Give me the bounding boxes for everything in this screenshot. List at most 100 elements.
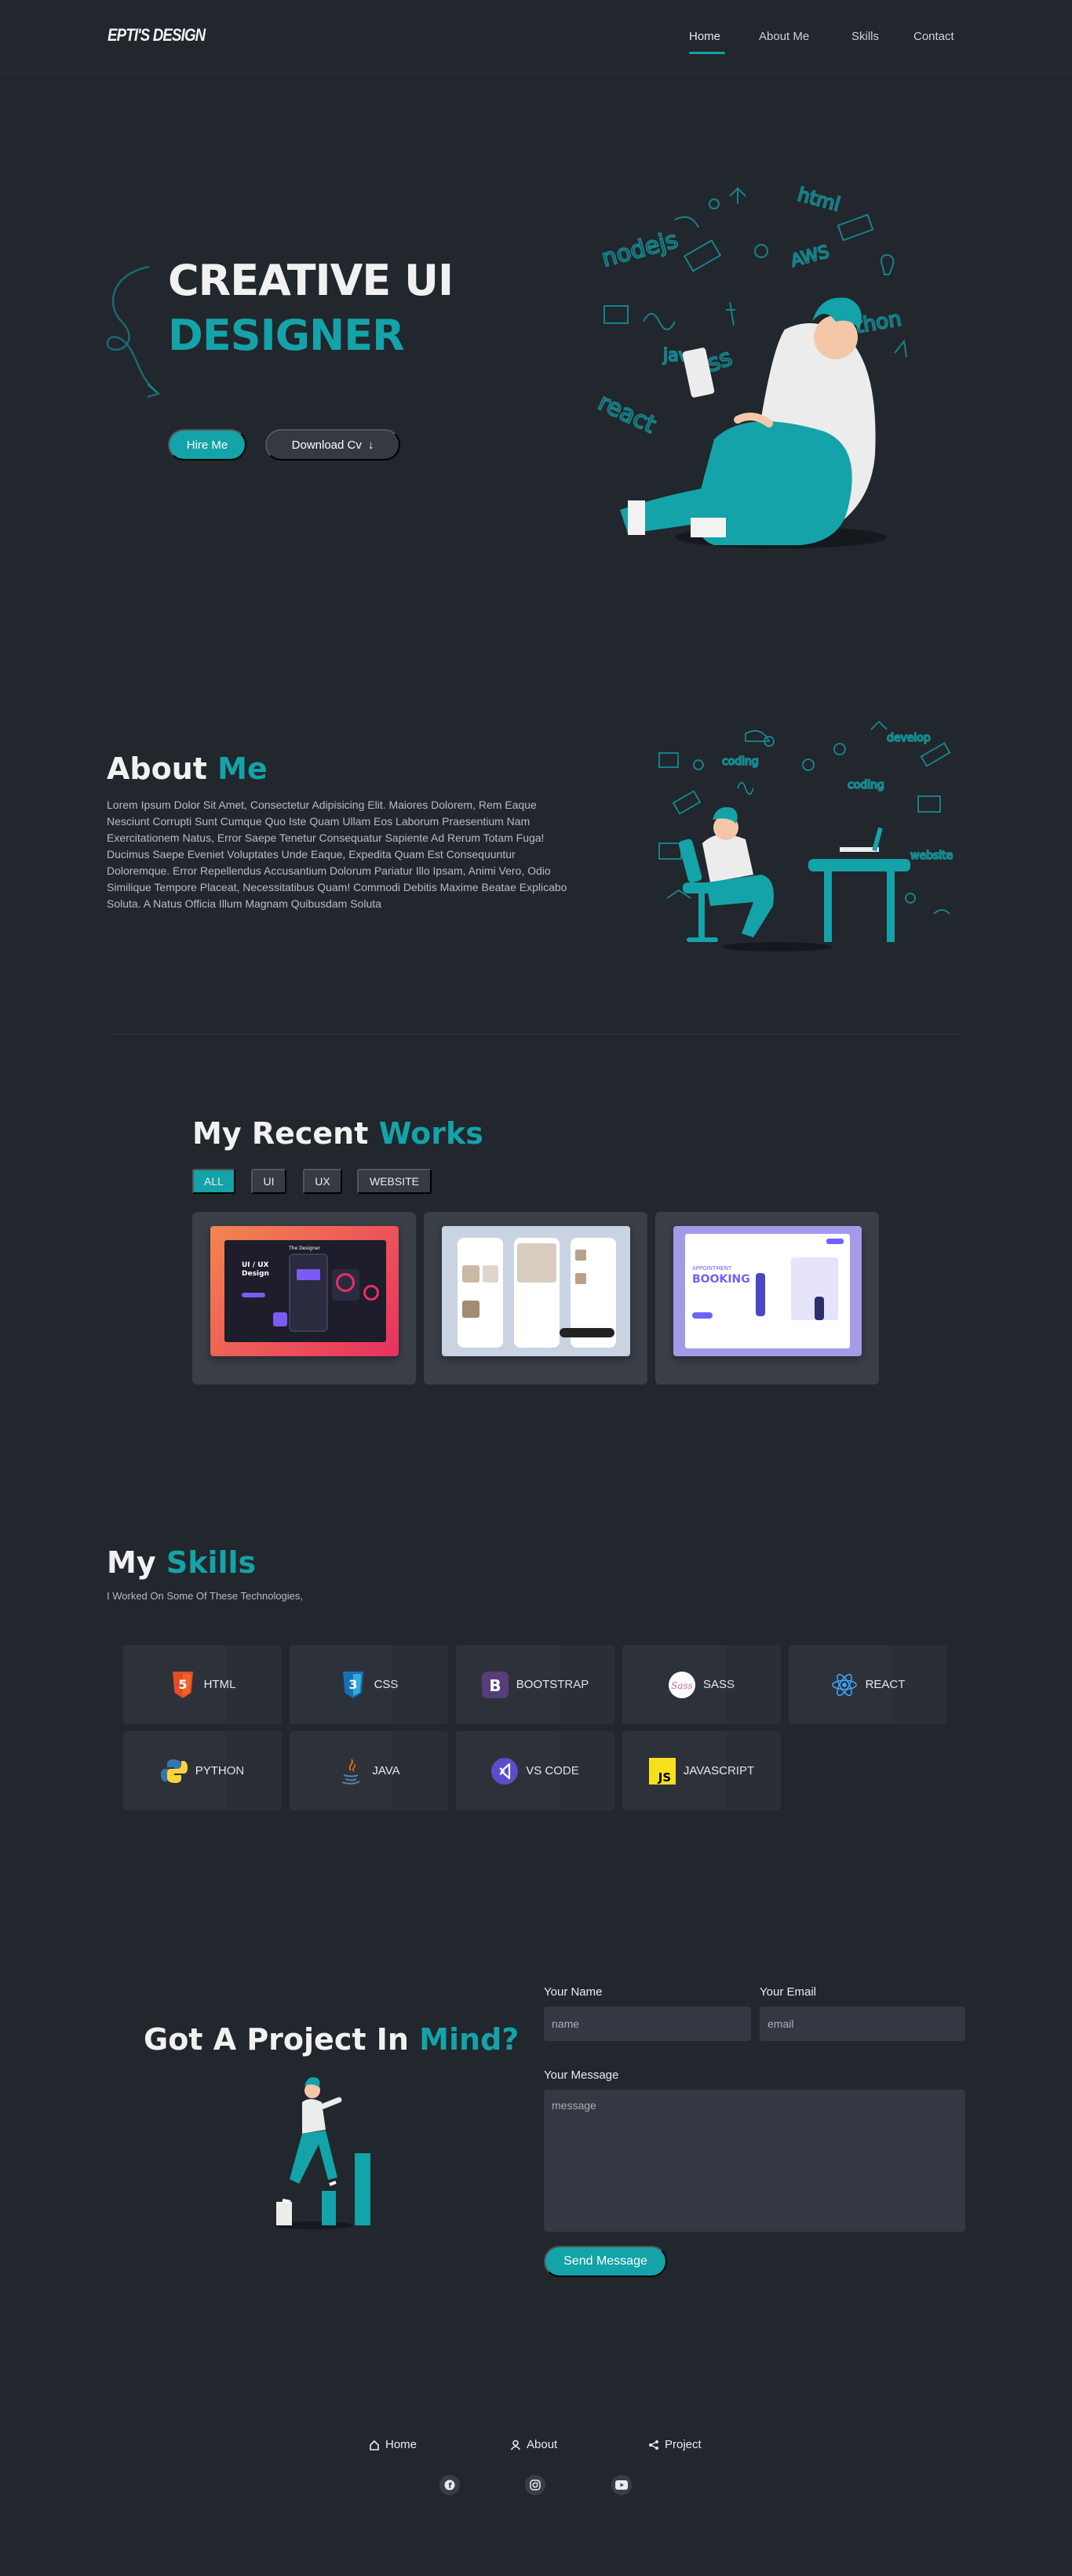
filter-all[interactable]: ALL [192, 1169, 235, 1194]
name-input[interactable] [544, 2007, 751, 2041]
work-card-kicker: APPOINTMENT [692, 1265, 732, 1272]
works-title-main: My Recent [192, 1116, 369, 1151]
doodle-word: nodejs [599, 226, 681, 272]
skill-card-react[interactable]: REACT [789, 1645, 947, 1724]
footer-link-about[interactable]: About [510, 2438, 557, 2451]
work-card-1[interactable]: UI / UX Design The Designer [192, 1212, 416, 1384]
skill-label: HTML [203, 1678, 236, 1691]
contact-title-accent: Mind? [419, 2022, 520, 2057]
java-icon [337, 1758, 364, 1785]
instagram-icon[interactable] [525, 2475, 545, 2495]
section-divider [107, 1034, 965, 1035]
svg-text:JS: JS [658, 1770, 671, 1785]
message-label: Your Message [544, 2068, 619, 2082]
work-card-heading: BOOKING [692, 1273, 750, 1286]
skill-label: VS CODE [526, 1764, 579, 1777]
footer-link-home[interactable]: Home [369, 2438, 417, 2451]
filter-website[interactable]: WEBSITE [357, 1169, 432, 1194]
work-card-2[interactable] [424, 1212, 647, 1384]
footer-link-label: Project [665, 2438, 702, 2451]
skill-label: CSS [374, 1678, 399, 1691]
work-card-nav-title: The Designer [289, 1246, 320, 1251]
contact-title: Got A Project In Mind? [144, 2022, 519, 2057]
css3-icon: 3 [340, 1671, 366, 1698]
footer-link-label: Home [385, 2438, 417, 2451]
work-thumbnail: UI / UX Design The Designer [210, 1226, 399, 1356]
skill-card-css[interactable]: 3 CSS [290, 1645, 448, 1724]
react-icon [831, 1672, 858, 1698]
javascript-icon: JS [648, 1757, 676, 1785]
skill-label: SASS [702, 1678, 735, 1691]
bootstrap-icon: B [481, 1671, 509, 1698]
svg-text:f: f [448, 2482, 452, 2490]
skill-label: PYTHON [195, 1764, 245, 1777]
python-icon [160, 1758, 188, 1785]
works-title: My Recent Works [192, 1116, 483, 1151]
email-input[interactable] [760, 2007, 965, 2041]
work-card-3[interactable]: APPOINTMENT BOOKING [655, 1212, 879, 1384]
nav-link-skills[interactable]: Skills [851, 30, 879, 43]
sass-icon: Sass [668, 1671, 695, 1698]
message-textarea[interactable] [544, 2090, 965, 2232]
doodle-word: coding [722, 755, 759, 768]
contact-title-main: Got A Project In [144, 2022, 409, 2057]
section-divider [107, 1904, 965, 1905]
filter-ux[interactable]: UX [303, 1169, 342, 1194]
skill-label: JAVA [372, 1764, 400, 1777]
growth-illustration [275, 2077, 370, 2229]
svg-text:5: 5 [178, 1677, 187, 1692]
doodle-word: develop [887, 732, 931, 744]
nav-link-contact[interactable]: Contact [913, 30, 954, 43]
work-card-heading: UI / UX Design [242, 1261, 269, 1278]
doodle-word: coding [848, 779, 884, 791]
skills-title-accent: Skills [166, 1545, 257, 1580]
skill-card-bootstrap[interactable]: B BOOTSTRAP [456, 1645, 614, 1724]
name-label: Your Name [544, 1985, 603, 1999]
hero-title-line-1: CREATIVE UI [168, 256, 454, 305]
doodle-word: website [910, 850, 953, 862]
about-title-accent: Me [217, 751, 268, 786]
doodle-word: react [594, 389, 661, 439]
nav-link-about[interactable]: About Me [759, 30, 809, 43]
about-illustration: coding develop coding website [658, 720, 953, 951]
about-paragraph: Lorem Ipsum Dolor Sit Amet, Consectetur … [107, 799, 567, 910]
svg-text:3: 3 [348, 1677, 357, 1692]
skill-card-python[interactable]: PYTHON [123, 1731, 282, 1810]
skill-card-java[interactable]: JAVA [290, 1731, 448, 1810]
download-cv-button[interactable]: Download Cv ↓ [265, 429, 400, 460]
work-thumbnail: APPOINTMENT BOOKING [673, 1226, 862, 1356]
svg-text:B: B [489, 1676, 501, 1695]
skill-card-javascript[interactable]: JS JAVASCRIPT [622, 1731, 781, 1810]
facebook-icon[interactable]: f [439, 2475, 460, 2495]
skill-label: REACT [865, 1678, 906, 1691]
footer-link-project[interactable]: Project [648, 2438, 702, 2451]
user-icon [510, 2440, 521, 2450]
vscode-icon [491, 1757, 519, 1785]
hero-title-line-2: DESIGNER [168, 311, 405, 360]
send-message-button[interactable]: Send Message [544, 2246, 667, 2277]
arrow-down-icon: ↓ [367, 438, 374, 452]
skills-title: My Skills [107, 1545, 256, 1580]
skill-label: JAVASCRIPT [683, 1764, 755, 1777]
skill-card-html[interactable]: 5 HTML [123, 1645, 282, 1724]
curved-arrow-decoration [106, 265, 161, 398]
active-nav-underline [689, 52, 725, 54]
filter-ui[interactable]: UI [251, 1169, 286, 1194]
skill-label: BOOTSTRAP [516, 1678, 589, 1691]
about-title: About Me [107, 751, 268, 786]
hire-me-button[interactable]: Hire Me [168, 429, 246, 460]
footer-link-label: About [527, 2438, 558, 2451]
about-title-main: About [107, 751, 207, 786]
skills-title-main: My [107, 1545, 156, 1580]
doodle-word: AWS [789, 242, 831, 271]
download-cv-label: Download Cv [291, 438, 362, 452]
svg-text:Sass: Sass [671, 1680, 693, 1691]
home-icon [370, 2440, 379, 2450]
skill-card-sass[interactable]: Sass SASS [622, 1645, 781, 1724]
email-label: Your Email [760, 1985, 816, 1999]
youtube-icon[interactable] [611, 2475, 632, 2495]
skill-card-vscode[interactable]: VS CODE [456, 1731, 614, 1810]
share-icon [649, 2440, 658, 2450]
nav-link-home[interactable]: Home [689, 30, 720, 43]
site-logo[interactable]: EPTI'S DESIGN [108, 25, 206, 45]
